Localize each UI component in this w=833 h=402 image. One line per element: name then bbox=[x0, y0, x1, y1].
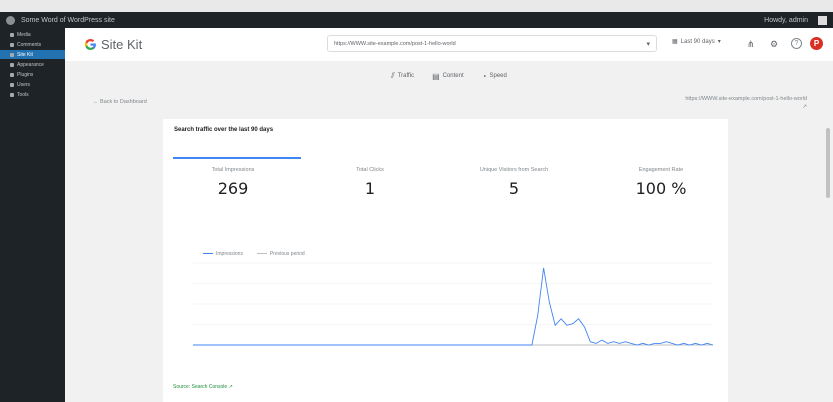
chevron-down-icon: ▾ bbox=[717, 39, 721, 45]
wp-admin-bar: Some Word of WordPress site Howdy, admin bbox=[0, 12, 833, 28]
page-url-link[interactable]: https://WWW.site-example.com/post-1-hell… bbox=[685, 96, 807, 102]
sidebar-item-users[interactable]: Users bbox=[0, 80, 65, 89]
tab-speed[interactable]: ◔ Speed bbox=[482, 72, 507, 81]
calendar-icon: ▦ bbox=[672, 39, 678, 45]
page-scrollbar[interactable] bbox=[823, 61, 833, 402]
metric-engagement-rate[interactable]: Engagement Rate 100 % bbox=[606, 167, 716, 198]
settings-icon[interactable]: ⚙ bbox=[770, 39, 778, 50]
user-avatar[interactable]: P bbox=[810, 37, 823, 50]
date-range-label: Last 90 days bbox=[680, 38, 715, 45]
sidebar-item-comments[interactable]: Comments bbox=[0, 40, 65, 49]
metric-value: 5 bbox=[508, 179, 520, 198]
traffic-icon: ⫽ bbox=[391, 71, 395, 80]
appearance-icon bbox=[10, 62, 14, 67]
chevron-down-icon: ▾ bbox=[646, 40, 650, 48]
metric-total-impressions[interactable]: Total Impressions 269 bbox=[178, 167, 288, 198]
content-icon: ▤ bbox=[432, 71, 440, 81]
impressions-line-chart bbox=[193, 262, 714, 346]
sidebar-item-appearance[interactable]: Appearance bbox=[0, 60, 65, 69]
wordpress-icon[interactable] bbox=[6, 15, 15, 25]
media-icon bbox=[10, 32, 14, 37]
sidebar-item-tools[interactable]: Tools bbox=[0, 90, 65, 99]
comments-icon bbox=[10, 42, 14, 47]
page-nav-tabs: ⫽ Traffic ▤ Content ◔ Speed bbox=[65, 61, 833, 91]
tools-icon bbox=[10, 92, 14, 97]
metric-value: 269 bbox=[217, 179, 249, 198]
card-title: Search traffic over the last 90 days bbox=[174, 127, 274, 133]
users-icon bbox=[10, 82, 14, 87]
metric-value: 1 bbox=[364, 179, 376, 198]
plugins-icon bbox=[10, 72, 14, 77]
browser-top-bar bbox=[0, 0, 833, 12]
sidebar-item-media[interactable]: Media bbox=[0, 30, 65, 39]
external-link-icon[interactable]: ↗ bbox=[802, 104, 807, 110]
tab-traffic[interactable]: ⫽ Traffic bbox=[391, 71, 414, 81]
metric-total-clicks[interactable]: Total Clicks 1 bbox=[315, 167, 425, 198]
wp-admin-sidebar: Media Comments Site Kit Appearance Plugi… bbox=[0, 28, 65, 402]
source-link[interactable]: Source: Search Console ↗ bbox=[173, 384, 233, 390]
metric-value: 100 % bbox=[635, 179, 687, 198]
active-metric-indicator bbox=[173, 157, 301, 159]
metric-unique-visitors[interactable]: Unique Visitors from Search 5 bbox=[459, 167, 569, 198]
date-range-selector[interactable]: ▦ Last 90 days ▾ bbox=[672, 38, 721, 46]
sidebar-item-plugins[interactable]: Plugins bbox=[0, 70, 65, 79]
back-to-dashboard-link[interactable]: ← Back to Dashboard bbox=[93, 99, 147, 105]
site-kit-icon bbox=[10, 52, 14, 57]
site-kit-title: Site Kit bbox=[101, 37, 143, 52]
share-icon[interactable]: ⋔ bbox=[747, 39, 755, 50]
url-select-value: https://WWW.site-example.com/post-1-hell… bbox=[334, 40, 456, 47]
scrollbar-thumb[interactable] bbox=[826, 128, 830, 198]
tab-content[interactable]: ▤ Content bbox=[432, 72, 464, 81]
search-traffic-card: Search traffic over the last 90 days Tot… bbox=[163, 119, 728, 402]
speed-icon: ◔ bbox=[481, 71, 487, 81]
site-kit-header: Site Kit https://WWW.site-example.com/po… bbox=[65, 28, 833, 61]
google-g-icon bbox=[83, 38, 97, 52]
admin-bar-site-name[interactable]: Some Word of WordPress site bbox=[21, 17, 115, 24]
url-select[interactable]: https://WWW.site-example.com/post-1-hell… bbox=[327, 35, 657, 52]
admin-avatar[interactable] bbox=[818, 15, 827, 25]
sidebar-item-site-kit[interactable]: Site Kit bbox=[0, 50, 65, 59]
series-line-impressions bbox=[193, 267, 714, 346]
admin-bar-howdy[interactable]: Howdy, admin bbox=[764, 17, 808, 24]
help-icon[interactable]: ? bbox=[791, 38, 802, 49]
